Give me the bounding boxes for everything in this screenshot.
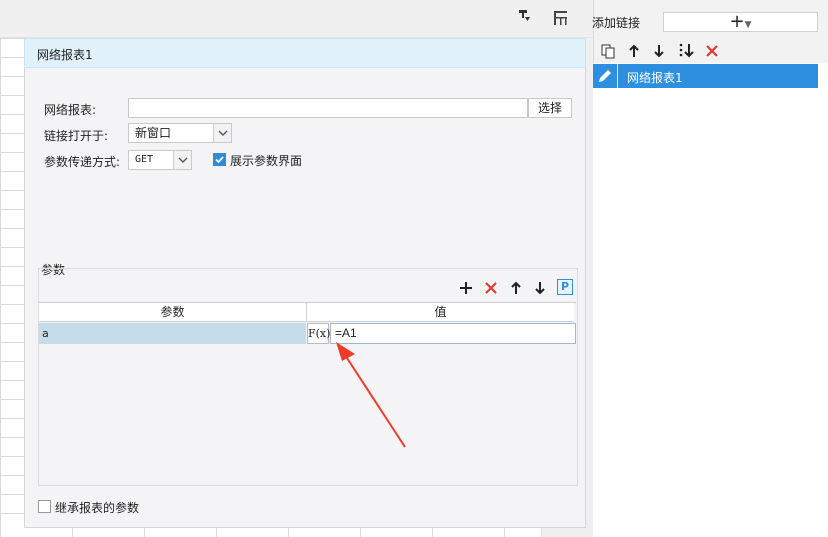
chevron-down-icon[interactable] xyxy=(213,124,231,142)
column-header-value: 值 xyxy=(307,303,574,322)
frame-icon[interactable] xyxy=(552,9,570,27)
param-name-text: a xyxy=(42,327,49,340)
delete-param-icon[interactable] xyxy=(483,280,499,296)
chevron-down-icon: ▼ xyxy=(744,20,752,30)
open-in-value: 新窗口 xyxy=(135,126,172,140)
dialog-title-bar: 网络报表1 xyxy=(24,38,586,68)
link-panel-title: 添加链接 xyxy=(592,16,641,30)
link-list-item[interactable]: 网络报表1 xyxy=(593,64,818,88)
dialog-title: 网络报表1 xyxy=(37,48,93,62)
param-icon[interactable]: P xyxy=(557,279,573,295)
inherit-params-checkbox[interactable] xyxy=(38,500,51,513)
param-icon-text: P xyxy=(560,280,570,293)
add-param-icon[interactable] xyxy=(458,280,474,296)
add-link-symbol: + xyxy=(729,11,745,32)
method-dropdown[interactable]: GET xyxy=(128,150,192,170)
move-link-up-icon[interactable] xyxy=(626,43,642,59)
column-header-param: 参数 xyxy=(39,303,306,322)
move-up-icon[interactable] xyxy=(508,280,524,296)
sheet-grid-bottom xyxy=(0,528,593,537)
add-link-dropdown[interactable]: +▼ xyxy=(663,12,818,32)
method-value: GET xyxy=(135,154,154,165)
open-in-dropdown[interactable]: 新窗口 xyxy=(128,123,232,143)
inherit-params-label: 继承报表的参数 xyxy=(55,501,140,515)
link-list-item-label: 网络报表1 xyxy=(627,71,683,85)
method-label: 参数传递方式: xyxy=(44,155,121,169)
param-name-cell[interactable]: a xyxy=(39,323,306,344)
report-path-input[interactable] xyxy=(128,98,528,118)
column-header-param-label: 参数 xyxy=(160,305,185,319)
select-report-button-label: 选择 xyxy=(537,101,562,115)
show-params-checkbox[interactable] xyxy=(213,153,226,166)
open-in-label: 链接打开于: xyxy=(44,129,109,143)
show-params-label: 展示参数界面 xyxy=(230,154,303,168)
move-down-icon[interactable] xyxy=(532,280,548,296)
column-header-value-label: 值 xyxy=(434,305,447,319)
copy-icon[interactable] xyxy=(600,43,616,59)
top-toolbar xyxy=(0,0,593,38)
delete-link-icon[interactable] xyxy=(704,43,720,59)
edit-pencil-icon[interactable] xyxy=(593,64,618,88)
sheet-grid xyxy=(0,38,24,537)
sort-icon[interactable] xyxy=(677,42,695,60)
link-list xyxy=(593,63,828,537)
move-link-down-icon[interactable] xyxy=(651,43,667,59)
format-painter-icon[interactable] xyxy=(516,8,532,24)
report-label: 网络报表: xyxy=(44,103,97,117)
annotation-arrow xyxy=(336,342,406,448)
chevron-down-icon[interactable] xyxy=(173,151,191,169)
select-report-button[interactable]: 选择 xyxy=(528,98,572,118)
